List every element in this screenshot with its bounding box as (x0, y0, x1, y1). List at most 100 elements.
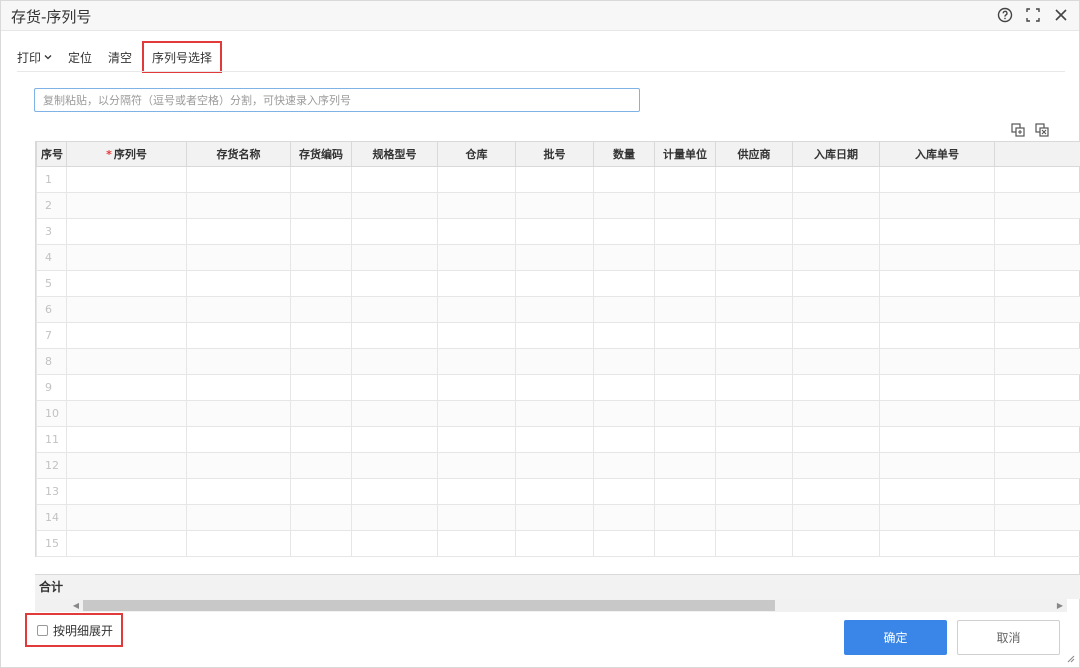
table-cell[interactable] (351, 348, 438, 375)
table-cell[interactable] (351, 166, 438, 193)
table-cell[interactable] (290, 530, 352, 557)
help-icon[interactable] (997, 7, 1013, 23)
table-cell[interactable] (654, 270, 716, 297)
table-cell[interactable] (715, 504, 793, 531)
table-cell[interactable] (186, 530, 291, 557)
table-cell[interactable] (515, 348, 594, 375)
table-cell[interactable] (654, 296, 716, 323)
table-cell[interactable] (515, 166, 594, 193)
table-cell[interactable] (792, 192, 880, 219)
table-cell[interactable] (593, 530, 655, 557)
table-cell[interactable] (654, 400, 716, 427)
table-cell[interactable] (515, 322, 594, 349)
table-cell[interactable] (879, 296, 995, 323)
table-cell[interactable] (186, 426, 291, 453)
table-cell[interactable] (593, 504, 655, 531)
table-cell[interactable] (290, 478, 352, 505)
table-cell[interactable] (186, 400, 291, 427)
table-cell[interactable] (654, 530, 716, 557)
table-cell[interactable] (654, 192, 716, 219)
table-cell[interactable] (290, 192, 352, 219)
table-cell[interactable] (715, 530, 793, 557)
fullscreen-icon[interactable] (1025, 7, 1041, 23)
table-cell[interactable] (66, 426, 187, 453)
table-cell[interactable] (654, 478, 716, 505)
table-cell[interactable] (351, 504, 438, 531)
table-cell[interactable] (515, 530, 594, 557)
expand-by-detail[interactable]: 按明细展开 (25, 613, 123, 647)
table-cell[interactable] (186, 452, 291, 479)
table-cell[interactable] (66, 530, 187, 557)
table-cell[interactable] (515, 452, 594, 479)
horizontal-scrollbar[interactable]: ◀ ▶ (35, 599, 1067, 612)
resize-grip-icon[interactable] (1065, 653, 1075, 663)
table-cell[interactable] (437, 530, 516, 557)
table-cell[interactable] (994, 452, 1080, 479)
col-header-qty[interactable]: 数量 (593, 141, 655, 167)
table-cell[interactable] (437, 426, 516, 453)
table-cell[interactable] (715, 426, 793, 453)
table-cell[interactable] (66, 322, 187, 349)
table-cell[interactable] (186, 166, 291, 193)
table-cell[interactable] (593, 296, 655, 323)
paste-serial-input[interactable] (34, 88, 640, 112)
table-cell[interactable] (593, 192, 655, 219)
table-cell[interactable] (437, 374, 516, 401)
table-cell[interactable] (66, 244, 187, 271)
table-cell[interactable] (994, 374, 1080, 401)
table-cell[interactable] (792, 426, 880, 453)
table-cell[interactable] (879, 426, 995, 453)
scroll-left-icon[interactable]: ◀ (69, 599, 83, 612)
cancel-button[interactable]: 取消 (957, 620, 1060, 655)
table-cell[interactable] (515, 218, 594, 245)
table-cell[interactable] (290, 504, 352, 531)
table-cell[interactable] (593, 166, 655, 193)
table-cell[interactable] (994, 426, 1080, 453)
table-cell[interactable] (715, 244, 793, 271)
table-cell[interactable] (994, 244, 1080, 271)
table-cell[interactable] (351, 530, 438, 557)
table-cell[interactable] (593, 218, 655, 245)
table-cell[interactable] (437, 348, 516, 375)
table-cell[interactable] (879, 504, 995, 531)
table-cell[interactable] (593, 478, 655, 505)
table-cell[interactable] (715, 296, 793, 323)
table-cell[interactable] (66, 452, 187, 479)
table-cell[interactable] (437, 504, 516, 531)
table-cell[interactable] (879, 270, 995, 297)
table-cell[interactable] (351, 322, 438, 349)
table-cell[interactable] (715, 270, 793, 297)
table-cell[interactable] (186, 218, 291, 245)
table-cell[interactable] (290, 452, 352, 479)
table-cell[interactable] (290, 244, 352, 271)
close-icon[interactable] (1053, 7, 1069, 23)
table-cell[interactable] (593, 426, 655, 453)
table-cell[interactable] (66, 192, 187, 219)
table-cell[interactable] (879, 244, 995, 271)
table-cell[interactable] (290, 218, 352, 245)
table-cell[interactable] (66, 504, 187, 531)
table-cell[interactable] (994, 322, 1080, 349)
table-cell[interactable] (792, 218, 880, 245)
table-cell[interactable] (654, 166, 716, 193)
table-cell[interactable] (290, 348, 352, 375)
table-cell[interactable] (437, 166, 516, 193)
table-cell[interactable] (654, 504, 716, 531)
print-menu[interactable]: 打印 (17, 43, 52, 71)
table-cell[interactable] (186, 244, 291, 271)
table-cell[interactable] (879, 322, 995, 349)
table-cell[interactable] (515, 400, 594, 427)
table-cell[interactable] (515, 426, 594, 453)
table-cell[interactable] (66, 348, 187, 375)
table-cell[interactable] (66, 270, 187, 297)
table-cell[interactable] (437, 296, 516, 323)
table-cell[interactable] (593, 244, 655, 271)
table-cell[interactable] (792, 478, 880, 505)
table-cell[interactable] (186, 322, 291, 349)
table-cell[interactable] (792, 244, 880, 271)
table-cell[interactable] (437, 322, 516, 349)
table-cell[interactable] (792, 296, 880, 323)
table-cell[interactable] (437, 218, 516, 245)
scroll-right-icon[interactable]: ▶ (1053, 599, 1067, 612)
table-cell[interactable] (715, 452, 793, 479)
